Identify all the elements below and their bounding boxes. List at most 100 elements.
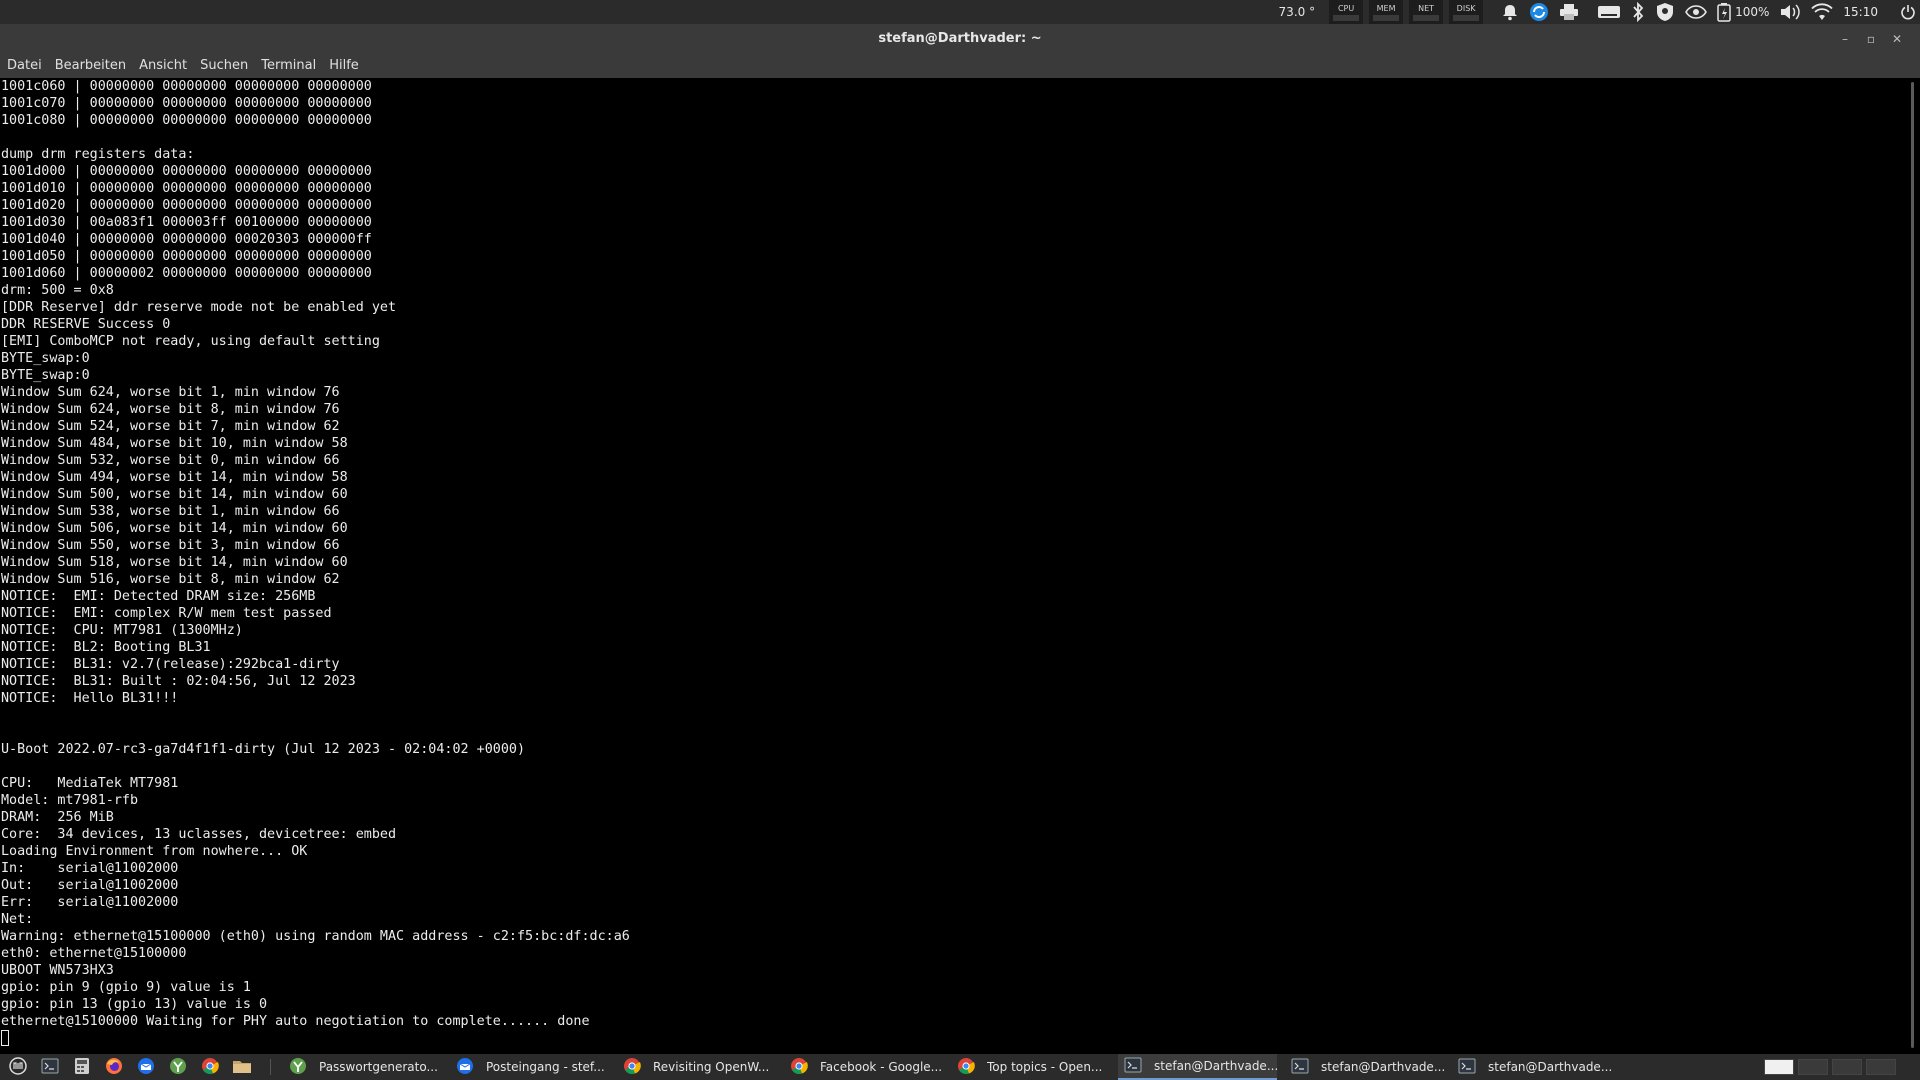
terminal-line: gpio: pin 13 (gpio 13) value is 0	[1, 997, 268, 1012]
terminal-icon	[1124, 1057, 1142, 1076]
terminal-line: NOTICE: EMI: complex R/W mem test passed	[1, 606, 332, 621]
menu-hilfe[interactable]: Hilfe	[323, 58, 365, 73]
volume-icon[interactable]	[1779, 0, 1801, 24]
window-titlebar[interactable]: stefan@Darthvader: ~ – ▫ ✕	[0, 24, 1920, 53]
terminal-line: Loading Environment from nowhere... OK	[1, 844, 308, 859]
menu-datei[interactable]: Datei	[1, 58, 48, 73]
net-monitor[interactable]: NET	[1409, 0, 1444, 24]
scrollbar-thumb[interactable]	[1911, 82, 1914, 1048]
terminal-line: eth0: ethernet@15100000	[1, 946, 187, 961]
workspace-3[interactable]	[1832, 1059, 1862, 1075]
taskbar-window-button[interactable]: stefan@Darthvade...	[1118, 1054, 1277, 1080]
terminal-line: NOTICE: EMI: Detected DRAM size: 256MB	[1, 589, 316, 604]
taskbar-window-button[interactable]: Revisiting OpenW...	[617, 1054, 776, 1080]
close-button[interactable]: ✕	[1884, 32, 1910, 46]
workspace-switcher[interactable]	[1760, 1059, 1896, 1075]
bell-icon[interactable]	[1501, 0, 1519, 24]
terminal-line: Net:	[1, 912, 34, 927]
taskbar-window-button[interactable]: stefan@Darthvade...	[1285, 1054, 1444, 1080]
terminal-line: Core: 34 devices, 13 uclasses, devicetre…	[1, 827, 397, 842]
thunderbird-icon	[456, 1057, 474, 1078]
terminal-scrollbar[interactable]	[1906, 78, 1920, 1052]
terminal-line: NOTICE: BL31: v2.7(release):292bca1-dirt…	[1, 657, 340, 672]
terminal-line: drm: 500 = 0x8	[1, 283, 114, 298]
sync-icon[interactable]	[1529, 0, 1549, 24]
terminal-line: 1001c070 | 00000000 00000000 00000000 00…	[1, 96, 372, 111]
terminal-line: In: serial@11002000	[1, 861, 179, 876]
calculator-icon	[74, 1057, 90, 1078]
terminal-line: 1001d010 | 00000000 00000000 00000000 00…	[1, 181, 372, 196]
clock[interactable]: 15:10	[1843, 0, 1878, 24]
terminal-line: gpio: pin 9 (gpio 9) value is 1	[1, 980, 251, 995]
mem-monitor[interactable]: MEM	[1369, 0, 1404, 24]
disk-monitor[interactable]: DISK	[1449, 0, 1484, 24]
chrome-icon	[790, 1057, 808, 1078]
menu-ansicht[interactable]: Ansicht	[133, 58, 193, 73]
terminal-line: NOTICE: BL31: Built : 02:04:56, Jul 12 2…	[1, 674, 356, 689]
files-launcher[interactable]	[226, 1054, 258, 1080]
terminal-line: 1001d060 | 00000002 00000000 00000000 00…	[1, 266, 372, 281]
terminal-line: 1001d000 | 00000000 00000000 00000000 00…	[1, 164, 372, 179]
terminal-icon	[1291, 1058, 1309, 1077]
terminal-line: 1001d040 | 00000000 00000000 00020303 00…	[1, 232, 372, 247]
terminal-line: Window Sum 624, worse bit 8, min window …	[1, 402, 340, 417]
taskbar-window-button[interactable]: Passwortgenerato...	[283, 1054, 442, 1080]
taskbar-window-label: stefan@Darthvade...	[1321, 1060, 1444, 1074]
terminal-line: [EMI] ComboMCP not ready, using default …	[1, 334, 380, 349]
keyboard-icon[interactable]	[1597, 0, 1621, 24]
terminal-line: Window Sum 550, worse bit 3, min window …	[1, 538, 340, 553]
firefox-launcher[interactable]	[98, 1054, 130, 1080]
wifi-icon[interactable]	[1811, 0, 1834, 24]
workspace-1[interactable]	[1764, 1059, 1794, 1075]
terminal-output[interactable]: 1001c060 | 00000000 00000000 00000000 00…	[0, 78, 1906, 1052]
terminal-prompt-line[interactable]	[1, 1030, 1906, 1047]
window-controls: – ▫ ✕	[1832, 24, 1910, 53]
chrome-icon	[201, 1057, 219, 1078]
terminal-line: 1001d020 | 00000000 00000000 00000000 00…	[1, 198, 372, 213]
terminal-cursor	[1, 1030, 9, 1046]
menu-bearbeiten[interactable]: Bearbeiten	[49, 58, 132, 73]
taskbar-window-button[interactable]: Posteingang - stef...	[450, 1054, 609, 1080]
battery-percentage: 100%	[1735, 5, 1770, 19]
terminal-line: Window Sum 518, worse bit 14, min window…	[1, 555, 348, 570]
chrome-launcher[interactable]	[194, 1054, 226, 1080]
taskbar-window-button[interactable]: stefan@Darthvade...	[1452, 1054, 1611, 1080]
taskbar-window-button[interactable]: Top topics - Open...	[951, 1054, 1110, 1080]
menu-launcher[interactable]	[2, 1054, 34, 1080]
terminal-line: Window Sum 624, worse bit 1, min window …	[1, 385, 340, 400]
cpu-monitor[interactable]: CPU	[1329, 0, 1364, 24]
terminal-line: [DDR Reserve] ddr reserve mode not be en…	[1, 300, 397, 315]
taskbar-window-button[interactable]: Facebook - Google...	[784, 1054, 943, 1080]
terminal-line: Window Sum 484, worse bit 10, min window…	[1, 436, 348, 451]
keepassxc-launcher[interactable]	[162, 1054, 194, 1080]
workspace-4[interactable]	[1866, 1059, 1896, 1075]
menu-suchen[interactable]: Suchen	[194, 58, 254, 73]
taskbar-window-label: Posteingang - stef...	[486, 1060, 605, 1074]
terminal-line: 1001d050 | 00000000 00000000 00000000 00…	[1, 249, 372, 264]
chrome-icon	[623, 1057, 641, 1078]
eye-icon[interactable]	[1685, 0, 1708, 24]
maximize-button[interactable]: ▫	[1858, 32, 1884, 46]
chrome-icon	[957, 1057, 975, 1078]
net-monitor-label: NET	[1418, 3, 1435, 13]
minimize-button[interactable]: –	[1832, 32, 1858, 46]
workspace-2[interactable]	[1798, 1059, 1828, 1075]
taskbar-separator	[270, 1059, 271, 1075]
taskbar-window-label: Facebook - Google...	[820, 1060, 943, 1074]
taskbar-window-label: stefan@Darthvade...	[1488, 1060, 1611, 1074]
power-icon[interactable]	[1900, 0, 1916, 24]
printer-icon[interactable]	[1559, 0, 1579, 24]
thunderbird-launcher[interactable]	[130, 1054, 162, 1080]
menu-terminal[interactable]: Terminal	[255, 58, 322, 73]
bluetooth-icon[interactable]	[1631, 0, 1645, 24]
terminal-line: Window Sum 532, worse bit 0, min window …	[1, 453, 340, 468]
terminal-launcher[interactable]	[34, 1054, 66, 1080]
temperature-readout: 73.0 °	[1278, 5, 1316, 19]
battery-icon[interactable]	[1717, 0, 1731, 24]
shield-icon[interactable]	[1655, 0, 1675, 24]
calculator-launcher[interactable]	[66, 1054, 98, 1080]
